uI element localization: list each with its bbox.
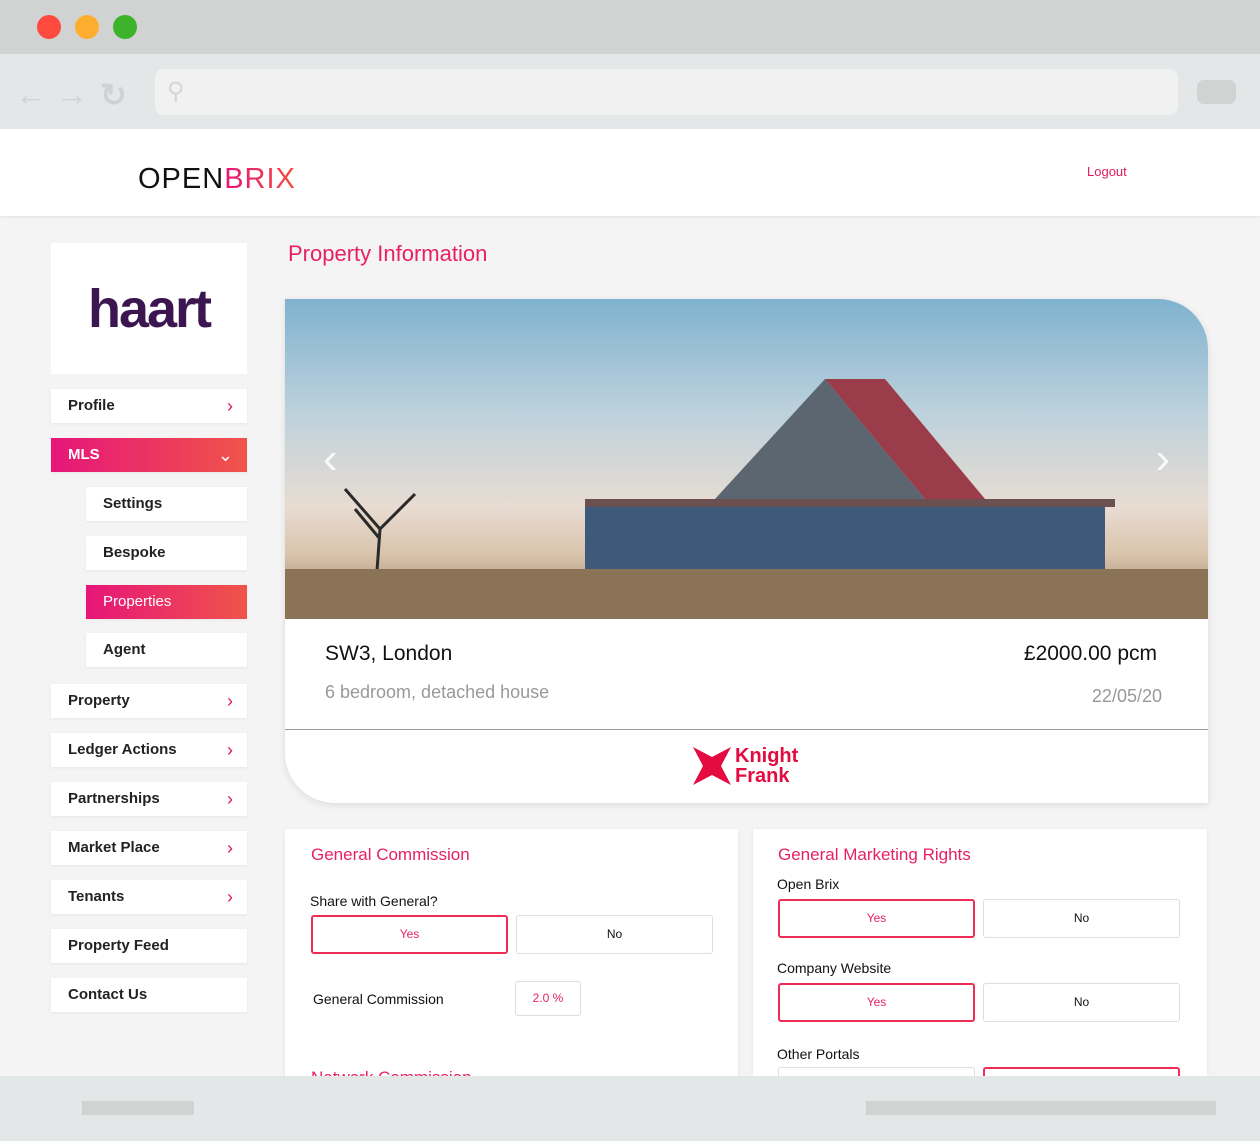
knight-frank-logo: Knight Frank (693, 746, 798, 786)
sidebar-item-label: Partnerships (68, 790, 160, 807)
chevron-right-icon: › (227, 396, 233, 416)
openbrix-logo[interactable]: OPENBRIX (138, 163, 296, 196)
chevron-right-icon: › (227, 789, 233, 809)
sidebar-item-label: Bespoke (103, 544, 166, 561)
sidebar-item-label: Properties (103, 593, 172, 610)
sidebar-item-settings[interactable]: Settings (86, 487, 247, 521)
marketing-rights-panel: General Marketing Rights Open Brix Yes N… (753, 829, 1207, 1076)
logo-text-accent: BRIX (224, 163, 296, 195)
sidebar-item-property[interactable]: Property › (51, 684, 247, 718)
section-title: General Commission (311, 845, 470, 864)
chevron-down-icon: ⌄ (217, 445, 233, 465)
company-website-yes-button[interactable]: Yes (778, 983, 975, 1022)
other-portals-no-button[interactable] (983, 1067, 1180, 1076)
sidebar-item-label: Ledger Actions (68, 741, 177, 758)
sidebar-item-tenants[interactable]: Tenants › (51, 880, 247, 914)
carousel-prev-icon[interactable]: ‹ (323, 434, 338, 484)
sidebar-item-property-feed[interactable]: Property Feed (51, 929, 247, 963)
sidebar-item-properties[interactable]: Properties (86, 585, 247, 619)
reload-icon[interactable]: ↻ (100, 76, 127, 114)
sidebar-item-agent[interactable]: Agent (86, 633, 247, 667)
sidebar-item-contact-us[interactable]: Contact Us (51, 978, 247, 1012)
chevron-right-icon: › (227, 838, 233, 858)
extension-button[interactable] (1197, 80, 1236, 104)
sidebar-item-label: Market Place (68, 839, 160, 856)
house-illustration (285, 379, 1208, 619)
back-arrow-icon[interactable]: ← (15, 76, 47, 113)
chevron-right-icon: › (227, 740, 233, 760)
share-yes-button[interactable]: Yes (311, 915, 508, 954)
browser-titlebar (0, 0, 1260, 54)
sidebar-item-profile[interactable]: Profile › (51, 389, 247, 423)
property-photo: ‹ › (285, 299, 1208, 619)
share-label: Share with General? (310, 893, 438, 909)
open-brix-no-button[interactable]: No (983, 899, 1180, 938)
logo-text: Frank (735, 765, 790, 787)
company-website-no-button[interactable]: No (983, 983, 1180, 1022)
sidebar-item-label: Settings (103, 495, 163, 512)
sidebar-item-label: Tenants (68, 888, 125, 905)
section-title: Network Commission (311, 1068, 472, 1076)
other-portals-label: Other Portals (777, 1046, 860, 1062)
sidebar-item-label: Contact Us (68, 986, 148, 1003)
sidebar-item-label: MLS (68, 446, 100, 463)
divider (285, 729, 1208, 730)
sidebar-item-label: Property Feed (68, 937, 169, 954)
close-window-button[interactable] (37, 15, 61, 39)
logo-text: Knight (735, 745, 799, 767)
maximize-window-button[interactable] (113, 15, 137, 39)
open-brix-yes-button[interactable]: Yes (778, 899, 975, 938)
sidebar-item-partnerships[interactable]: Partnerships › (51, 782, 247, 816)
commission-input[interactable]: 2.0 % (515, 981, 581, 1016)
page-title: Property Information (288, 241, 488, 266)
knight-frank-emblem-icon (693, 747, 731, 785)
address-bar[interactable]: ⚲ (155, 69, 1178, 115)
sidebar-item-market-place[interactable]: Market Place › (51, 831, 247, 865)
property-price: £2000.00 pcm (1023, 642, 1157, 665)
general-commission-panel: General Commission Share with General? Y… (285, 829, 738, 1076)
scrollbar[interactable] (866, 1101, 1216, 1115)
scrollbar[interactable] (82, 1101, 194, 1115)
sidebar-item-label: Property (68, 692, 130, 709)
carousel-next-icon[interactable]: › (1155, 434, 1170, 484)
sidebar-item-bespoke[interactable]: Bespoke (86, 536, 247, 570)
forward-arrow-icon[interactable]: → (56, 76, 88, 113)
share-no-button[interactable]: No (516, 915, 713, 954)
web-page: OPENBRIX Logout haart Profile › MLS ⌄ Sett… (0, 129, 1260, 1076)
sidebar-item-label: Profile (68, 397, 115, 414)
chevron-right-icon: › (227, 887, 233, 907)
logo-text: OPEN (138, 163, 225, 195)
chevron-right-icon: › (227, 691, 233, 711)
property-card: ‹ › SW3, London 6 bedroom, detached hous… (285, 299, 1208, 803)
property-date: 22/05/20 (1091, 686, 1162, 706)
sidebar-item-label: Agent (103, 641, 146, 658)
commission-label: General Commission (313, 991, 444, 1007)
open-brix-label: Open Brix (777, 876, 840, 892)
minimize-window-button[interactable] (75, 15, 99, 39)
property-description: 6 bedroom, detached house (325, 682, 550, 702)
logout-link[interactable]: Logout (1087, 164, 1127, 179)
agency-logo: haart (51, 243, 247, 374)
company-website-label: Company Website (777, 960, 892, 976)
site-header: OPENBRIX Logout (0, 129, 1260, 216)
section-title: General Marketing Rights (778, 845, 971, 864)
property-address: SW3, London (325, 642, 453, 665)
other-portals-yes-button[interactable] (778, 1067, 975, 1076)
sidebar-item-ledger-actions[interactable]: Ledger Actions › (51, 733, 247, 767)
search-icon: ⚲ (167, 78, 185, 105)
sidebar-item-mls[interactable]: MLS ⌄ (51, 438, 247, 472)
